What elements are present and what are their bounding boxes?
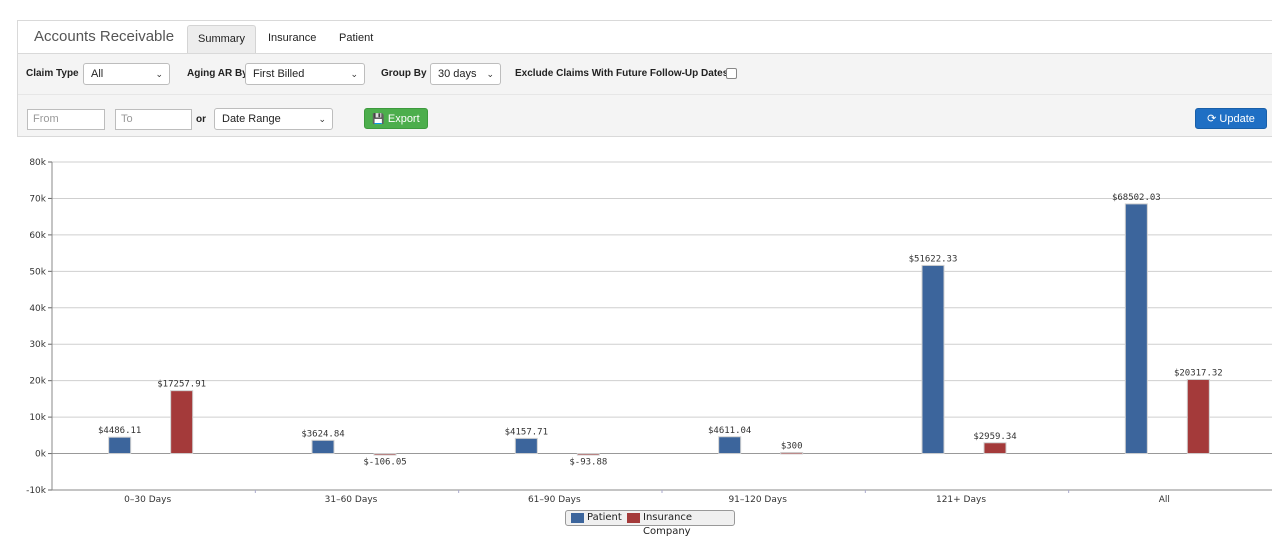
x-tick-label: 61–90 Days bbox=[528, 495, 581, 505]
data-label: $20317.32 bbox=[1174, 369, 1223, 379]
page-title: Accounts Receivable bbox=[34, 28, 175, 45]
data-label: $300 bbox=[781, 441, 803, 451]
export-label: Export bbox=[387, 113, 420, 125]
group-by-value: 30 days bbox=[438, 68, 477, 80]
legend-label-patient: Patient bbox=[587, 512, 622, 523]
data-label: $3624.84 bbox=[301, 429, 344, 439]
data-label: $4486.11 bbox=[98, 426, 141, 436]
from-date-input[interactable]: From bbox=[27, 109, 105, 130]
chart-legend: Patient Insurance Company bbox=[565, 510, 735, 537]
bar-patient bbox=[718, 436, 742, 455]
y-tick-label: 40k bbox=[29, 304, 46, 314]
chevron-down-icon: ⌄ bbox=[155, 69, 163, 79]
filter-panel: Accounts Receivable Summary Insurance Pa… bbox=[17, 20, 1272, 137]
ar-bar-chart: -10k 0k 10k 20k 30k 40k 50k 60k 70k 80k 0–30 Days $… bbox=[26, 158, 1272, 505]
update-button[interactable]: ⟳ Update bbox=[1195, 108, 1267, 129]
date-range-select[interactable]: Date Range ⌄ bbox=[214, 108, 333, 130]
x-tick-label: All bbox=[1159, 495, 1170, 505]
chart-grid bbox=[48, 161, 1272, 493]
y-tick-label: 50k bbox=[29, 267, 46, 277]
export-button[interactable]: 💾 Export bbox=[364, 108, 428, 129]
bar-patient bbox=[108, 436, 132, 455]
exclude-future-label: Exclude Claims With Future Follow-Up Dat… bbox=[515, 68, 729, 79]
chevron-down-icon: ⌄ bbox=[318, 114, 326, 124]
y-tick-label: 30k bbox=[29, 340, 46, 350]
exclude-future-checkbox[interactable] bbox=[726, 68, 737, 79]
date-range-value: Date Range bbox=[222, 113, 281, 125]
tab-patient[interactable]: Patient bbox=[329, 25, 383, 53]
claim-type-select[interactable]: All ⌄ bbox=[83, 63, 170, 85]
floppy-disk-icon: 💾 bbox=[372, 114, 385, 125]
or-label: or bbox=[196, 114, 206, 125]
claim-type-label: Claim Type bbox=[26, 68, 79, 79]
aging-ar-by-value: First Billed bbox=[253, 68, 305, 80]
data-label: $51622.33 bbox=[909, 254, 958, 264]
bar-patient bbox=[921, 264, 945, 455]
chart-labels: -10k 0k 10k 20k 30k 40k 50k 60k 70k 80k 0–30 Days $… bbox=[26, 158, 1223, 505]
x-tick-label: 121+ Days bbox=[936, 495, 986, 505]
y-tick-label: 70k bbox=[29, 194, 46, 204]
tab-summary[interactable]: Summary bbox=[187, 25, 257, 53]
bar-insurance bbox=[983, 442, 1007, 455]
x-tick-label: 31–60 Days bbox=[325, 495, 378, 505]
y-tick-label: -10k bbox=[26, 486, 47, 496]
data-label: $-106.05 bbox=[363, 458, 406, 468]
bar-insurance bbox=[170, 390, 194, 455]
bar-patient bbox=[514, 437, 538, 455]
group-by-select[interactable]: 30 days ⌄ bbox=[430, 63, 501, 85]
x-tick-label: 0–30 Days bbox=[124, 495, 171, 505]
refresh-icon: ⟳ bbox=[1207, 113, 1217, 125]
bar-patient bbox=[311, 439, 335, 455]
chevron-down-icon: ⌄ bbox=[350, 69, 358, 79]
data-label: $4157.71 bbox=[505, 427, 548, 437]
legend-swatch-insurance bbox=[627, 513, 640, 523]
y-tick-label: 20k bbox=[29, 377, 46, 387]
bar-patient bbox=[1124, 203, 1148, 455]
y-tick-label: 10k bbox=[29, 413, 46, 423]
legend-swatch-patient bbox=[571, 513, 584, 523]
bar-insurance bbox=[1186, 379, 1210, 455]
tab-insurance[interactable]: Insurance bbox=[258, 25, 326, 53]
legend-label-insurance: Insurance Company bbox=[643, 512, 693, 537]
y-tick-label: 0k bbox=[35, 450, 47, 460]
tab-bar: Accounts Receivable Summary Insurance Pa… bbox=[18, 21, 1272, 54]
bar-insurance bbox=[373, 453, 397, 456]
divider bbox=[18, 94, 1272, 95]
claim-type-value: All bbox=[91, 68, 104, 80]
update-label: Update bbox=[1219, 113, 1255, 125]
y-tick-label: 60k bbox=[29, 231, 46, 241]
data-label: $4611.04 bbox=[708, 426, 751, 436]
chevron-down-icon: ⌄ bbox=[486, 69, 494, 79]
data-label: $-93.88 bbox=[569, 458, 607, 468]
bar-insurance bbox=[780, 451, 804, 455]
y-tick-label: 80k bbox=[29, 158, 46, 168]
aging-ar-by-label: Aging AR By bbox=[187, 68, 248, 79]
x-tick-label: 91–120 Days bbox=[728, 495, 787, 505]
group-by-label: Group By bbox=[381, 68, 427, 79]
data-label: $2959.34 bbox=[973, 432, 1016, 442]
bar-insurance bbox=[576, 453, 600, 456]
data-label: $68502.03 bbox=[1112, 193, 1161, 203]
to-date-input[interactable]: To bbox=[115, 109, 192, 130]
aging-ar-by-select[interactable]: First Billed ⌄ bbox=[245, 63, 365, 85]
data-label: $17257.91 bbox=[157, 380, 206, 390]
